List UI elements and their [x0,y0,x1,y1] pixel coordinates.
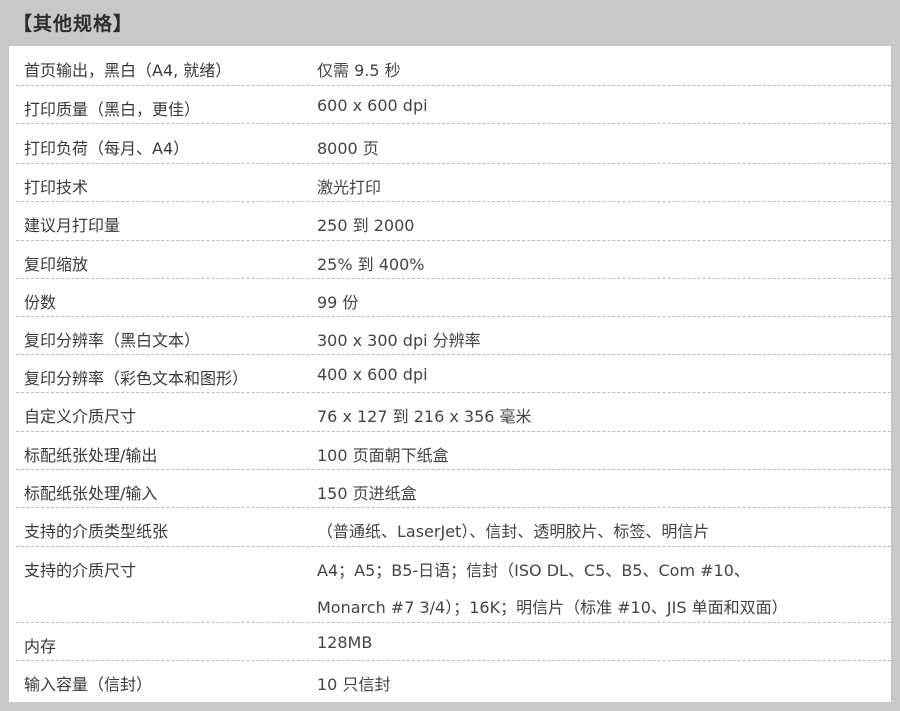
table-row: 打印质量（黑白，更佳） 600 x 600 dpi [16,86,891,124]
spec-value: A4；A5；B5-日语；信封（ISO DL、C5、B5、Com #10、 [317,561,750,580]
table-row: 打印技术 激光打印 [16,164,891,202]
spec-label: 复印分辨率（黑白文本） [24,331,201,350]
table-row: 复印分辨率（彩色文本和图形） 400 x 600 dpi [16,355,891,393]
spec-value-continued: Monarch #7 3/4）；16K；明信片（标准 #10、JIS 单面和双面… [317,598,788,617]
spec-value: 76 x 127 到 216 x 356 毫米 [317,407,532,426]
table-row: 输入容量（信封） 10 只信封 [16,661,891,702]
spec-label: 复印分辨率（彩色文本和图形） [24,369,249,388]
spec-value: 激光打印 [317,178,382,197]
table-row: 建议月打印量 250 到 2000 [16,202,891,241]
table-row: 复印分辨率（黑白文本） 300 x 300 dpi 分辨率 [16,317,891,355]
table-row: 内存 128MB [16,623,891,661]
spec-label: 打印技术 [24,178,89,197]
spec-label: 标配纸张处理/输入 [24,484,158,503]
spec-value: （普通纸、LaserJet）、信封、透明胶片、标签、明信片 [317,522,710,541]
table-row: 标配纸张处理/输出 100 页面朝下纸盒 [16,432,891,470]
table-row: 打印负荷（每月、A4） 8000 页 [16,124,891,164]
spec-label: 份数 [24,293,57,312]
table-row: 支持的介质尺寸 A4；A5；B5-日语；信封（ISO DL、C5、B5、Com … [16,547,891,623]
spec-label: 支持的介质类型纸张 [24,522,169,541]
spec-label: 输入容量（信封） [24,675,153,694]
spec-value: 100 页面朝下纸盒 [317,446,449,465]
spec-label: 支持的介质尺寸 [24,561,137,580]
section-header: 【其他规格】 [0,0,900,46]
table-row: 支持的介质类型纸张 （普通纸、LaserJet）、信封、透明胶片、标签、明信片 [16,508,891,547]
spec-label: 复印缩放 [24,255,89,274]
spec-label: 打印质量（黑白，更佳） [24,100,201,119]
spec-label: 标配纸张处理/输出 [24,446,158,465]
table-row: 标配纸张处理/输入 150 页进纸盒 [16,470,891,508]
table-row: 自定义介质尺寸 76 x 127 到 216 x 356 毫米 [16,393,891,432]
spec-value: 10 只信封 [317,675,391,694]
section-title: 【其他规格】 [13,13,134,35]
spec-value: 99 份 [317,293,359,312]
table-row: 首页输出，黑白（A4, 就绪） 仅需 9.5 秒 [16,46,891,86]
spec-label: 打印负荷（每月、A4） [24,139,190,158]
spec-value: 600 x 600 dpi [317,96,428,115]
spec-label: 内存 [24,637,57,656]
spec-value: 8000 页 [317,139,379,158]
spec-value: 仅需 9.5 秒 [317,61,401,80]
spec-label: 建议月打印量 [24,216,121,235]
spec-label: 首页输出，黑白（A4, 就绪） [24,61,232,80]
spec-value: 400 x 600 dpi [317,365,428,384]
table-row: 复印缩放 25% 到 400% [16,241,891,279]
spec-value: 250 到 2000 [317,216,415,235]
spec-value: 300 x 300 dpi 分辨率 [317,331,481,350]
spec-label: 自定义介质尺寸 [24,407,137,426]
spec-value: 150 页进纸盒 [317,484,417,503]
spec-value: 128MB [317,633,373,652]
table-row: 份数 99 份 [16,279,891,317]
specs-table: 首页输出，黑白（A4, 就绪） 仅需 9.5 秒 打印质量（黑白，更佳） 600… [9,46,891,702]
spec-value: 25% 到 400% [317,255,425,274]
